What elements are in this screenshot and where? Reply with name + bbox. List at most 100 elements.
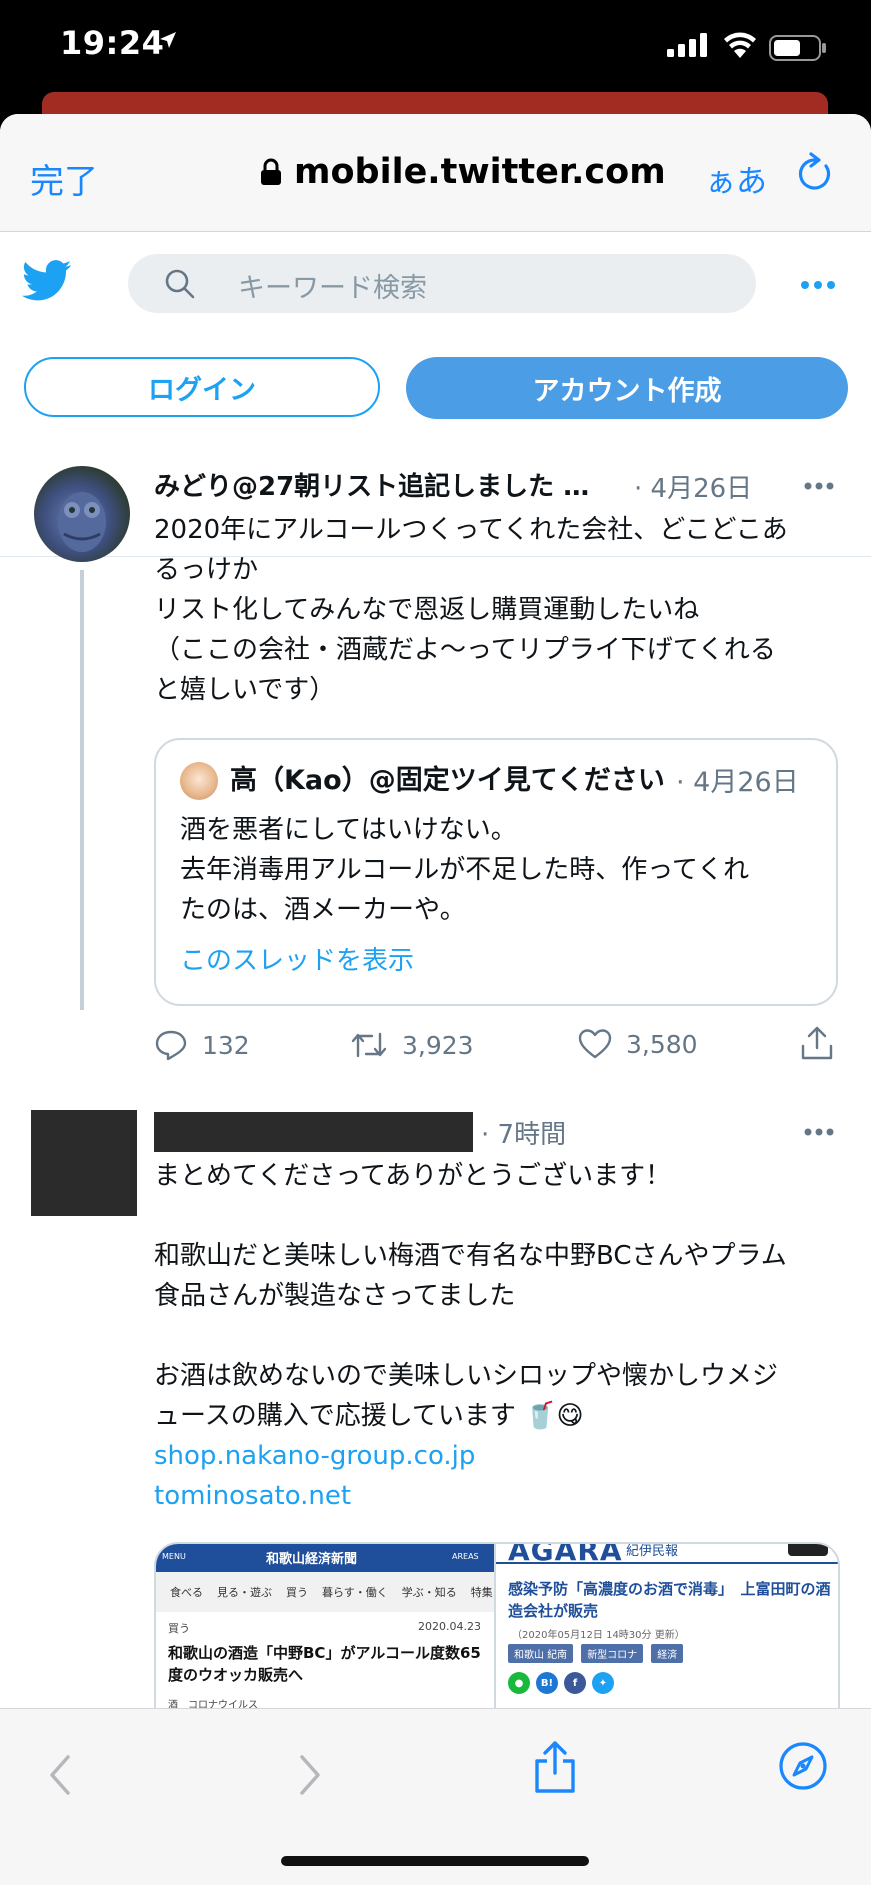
areas-label: AREAS	[452, 1552, 479, 1561]
news-nav-item: 見る・遊ぶ	[217, 1586, 272, 1599]
reply-text-line: 食品さんが製造なさってました	[154, 1281, 516, 1311]
like-count: 3,580	[626, 1029, 698, 1059]
reply-text-line: お酒は飲めないので美味しいシロップや懐かしウメジ	[154, 1361, 779, 1391]
news-masthead-bar: MENU 和歌山経済新聞 AREAS	[156, 1544, 494, 1572]
news-masthead: 和歌山経済新聞	[266, 1552, 358, 1567]
agara-social-icons: ● B! f ✦	[508, 1672, 614, 1694]
reply-button[interactable]: 132	[154, 1028, 250, 1062]
twitter-icon: ✦	[592, 1672, 614, 1694]
quoted-text: 酒を悪者にしてはいけない。 去年消毒用アルコールが不足した時、作ってくれ たのは…	[180, 810, 749, 930]
reply-link-nakano[interactable]: shop.nakano-group.co.jp	[154, 1436, 844, 1476]
attached-image-wakayama-news[interactable]: MENU 和歌山経済新聞 AREAS 食べる 見る・遊ぶ 買う 暮らす・働く 学…	[156, 1544, 496, 1724]
twitter-bird-icon[interactable]	[22, 260, 72, 302]
cellular-signal-icon	[667, 33, 707, 57]
share-button[interactable]	[800, 1024, 834, 1062]
done-button[interactable]: 完了	[30, 154, 98, 203]
thread-line	[80, 570, 84, 1010]
reply-count: 132	[202, 1030, 250, 1060]
reply-icon	[155, 1030, 187, 1061]
reply-text: まとめてくださってありがとうございます！ 和歌山だと美味しい梅酒で有名な中野BC…	[154, 1156, 844, 1516]
show-thread-link[interactable]: このスレッドを表示	[180, 940, 414, 977]
quoted-text-line: たのは、酒メーカーや。	[180, 895, 466, 925]
tweet-text-line: と嬉しいです）	[154, 675, 336, 705]
compass-icon[interactable]	[778, 1741, 828, 1791]
more-options-icon[interactable]	[800, 280, 836, 290]
battery-icon	[769, 35, 826, 61]
back-icon[interactable]	[46, 1753, 74, 1797]
quoted-text-line: 去年消毒用アルコールが不足した時、作ってくれ	[180, 855, 750, 885]
reply-date[interactable]: · 7時間	[481, 1114, 566, 1151]
reload-icon[interactable]	[796, 152, 834, 194]
reply-link-tominosato[interactable]: tominosato.net	[154, 1476, 844, 1516]
news-nav-item: 暮らす・働く	[322, 1586, 388, 1599]
tweet-text-line: （ここの会社・酒蔵だよ〜ってリプライ下げてくれる	[154, 635, 776, 665]
signup-button[interactable]: アカウント作成	[406, 357, 848, 419]
lock-icon	[261, 158, 281, 185]
like-button[interactable]: 3,580	[578, 1028, 698, 1060]
line-icon: ●	[508, 1672, 530, 1694]
quoted-avatar	[180, 762, 218, 800]
news-nav-item: 買う	[286, 1586, 308, 1599]
news-date: 2020.04.23	[418, 1620, 481, 1633]
heart-icon	[578, 1029, 612, 1059]
reply-text-line: まとめてくださってありがとうございます！	[154, 1161, 672, 1191]
home-indicator	[281, 1856, 589, 1866]
agara-headline: 感染予防「高濃度のお酒で消毒」 上富田町の酒造会社が販売	[508, 1580, 831, 1620]
avatar[interactable]	[34, 466, 130, 562]
status-time: 19:24	[60, 24, 165, 62]
share-icon[interactable]	[533, 1739, 577, 1795]
agara-chip: 和歌山 紀南	[508, 1644, 574, 1663]
reply-text-line	[154, 1196, 844, 1236]
tweet-actions: 132 3,923 3,580	[154, 1026, 844, 1068]
retweet-icon	[351, 1032, 387, 1058]
quoted-author-name: 高（Kao）@固定ツイ見てください（	[230, 765, 670, 796]
status-bar: 19:24	[0, 0, 871, 100]
news-nav: 食べる 見る・遊ぶ 買う 暮らす・働く 学ぶ・知る 特集	[156, 1572, 494, 1612]
tweet-text-line: リスト化してみんなで恩返し購買運動したいね	[154, 595, 700, 625]
location-icon	[160, 32, 176, 48]
agara-chip: 新型コロナ	[581, 1644, 644, 1663]
quoted-tweet[interactable]: 高（Kao）@固定ツイ見てください（ · 4月26日 酒を悪者にしてはいけない。…	[154, 738, 838, 1006]
reply-text-line	[154, 1316, 844, 1356]
agara-subtitle: 紀伊民報	[626, 1544, 679, 1559]
wifi-icon	[724, 32, 756, 58]
share-icon	[801, 1026, 833, 1060]
agara-chip: 経済	[651, 1644, 684, 1663]
hatena-icon: B!	[536, 1672, 558, 1694]
url-text: mobile.twitter.com	[294, 152, 666, 192]
quoted-text-line: 酒を悪者にしてはいけない。	[180, 815, 517, 845]
redacted-avatar	[31, 1110, 137, 1216]
news-nav-item: 食べる	[170, 1586, 203, 1599]
quoted-date: · 4月26日	[676, 767, 799, 798]
owl-figure-icon	[58, 492, 106, 552]
search-input[interactable]: キーワード検索	[128, 254, 756, 313]
agara-corner-block	[788, 1544, 828, 1556]
attached-image-agara[interactable]: AGARA 紀伊民報 感染予防「高濃度のお酒で消毒」 上富田町の酒造会社が販売 …	[496, 1544, 838, 1724]
attached-images[interactable]: MENU 和歌山経済新聞 AREAS 食べる 見る・遊ぶ 買う 暮らす・働く 学…	[154, 1542, 840, 1726]
text-size-button[interactable]: ぁあ	[705, 156, 767, 201]
agara-chips: 和歌山 紀南 新型コロナ 経済	[508, 1644, 684, 1663]
tweet-text-line: 2020年にアルコールつくってくれた会社、どこどこあ	[154, 515, 788, 545]
tweet-text-line: るっけか	[154, 555, 259, 585]
facebook-icon: f	[564, 1672, 586, 1694]
forward-icon[interactable]	[296, 1753, 324, 1797]
login-button[interactable]: ログイン	[24, 357, 380, 417]
news-nav-item: 特集	[470, 1586, 493, 1599]
menu-label: MENU	[162, 1552, 186, 1561]
search-icon	[165, 269, 195, 299]
agara-meta: （2020年05月12日 14時30分 更新）	[512, 1630, 685, 1641]
news-category: 買う	[168, 1622, 190, 1635]
reply-text-line: ュースの購入で応援しています 🥤😋	[154, 1401, 584, 1431]
tweet-author-name[interactable]: みどり@27朝リスト追記しました …	[154, 466, 589, 503]
address-bar[interactable]: mobile.twitter.com	[260, 152, 666, 192]
browser-navbar: 完了 mobile.twitter.com ぁあ	[0, 114, 871, 232]
retweet-button[interactable]: 3,923	[350, 1028, 474, 1062]
tweet-text: 2020年にアルコールつくってくれた会社、どこどこあ るっけか リスト化してみん…	[154, 510, 844, 710]
tweet-date[interactable]: · 4月26日	[634, 468, 752, 505]
news-headline: 和歌山の酒造「中野BC」がアルコール度数65度のウオッカ販売へ	[168, 1644, 481, 1684]
safari-view-sheet: 完了 mobile.twitter.com ぁあ キーワード検索 ログイン アカ…	[0, 114, 871, 1884]
tweet-more-icon[interactable]	[804, 482, 834, 490]
news-nav-item: 学ぶ・知る	[401, 1586, 457, 1599]
reply-more-icon[interactable]	[804, 1128, 834, 1136]
search-placeholder: キーワード検索	[238, 273, 427, 304]
